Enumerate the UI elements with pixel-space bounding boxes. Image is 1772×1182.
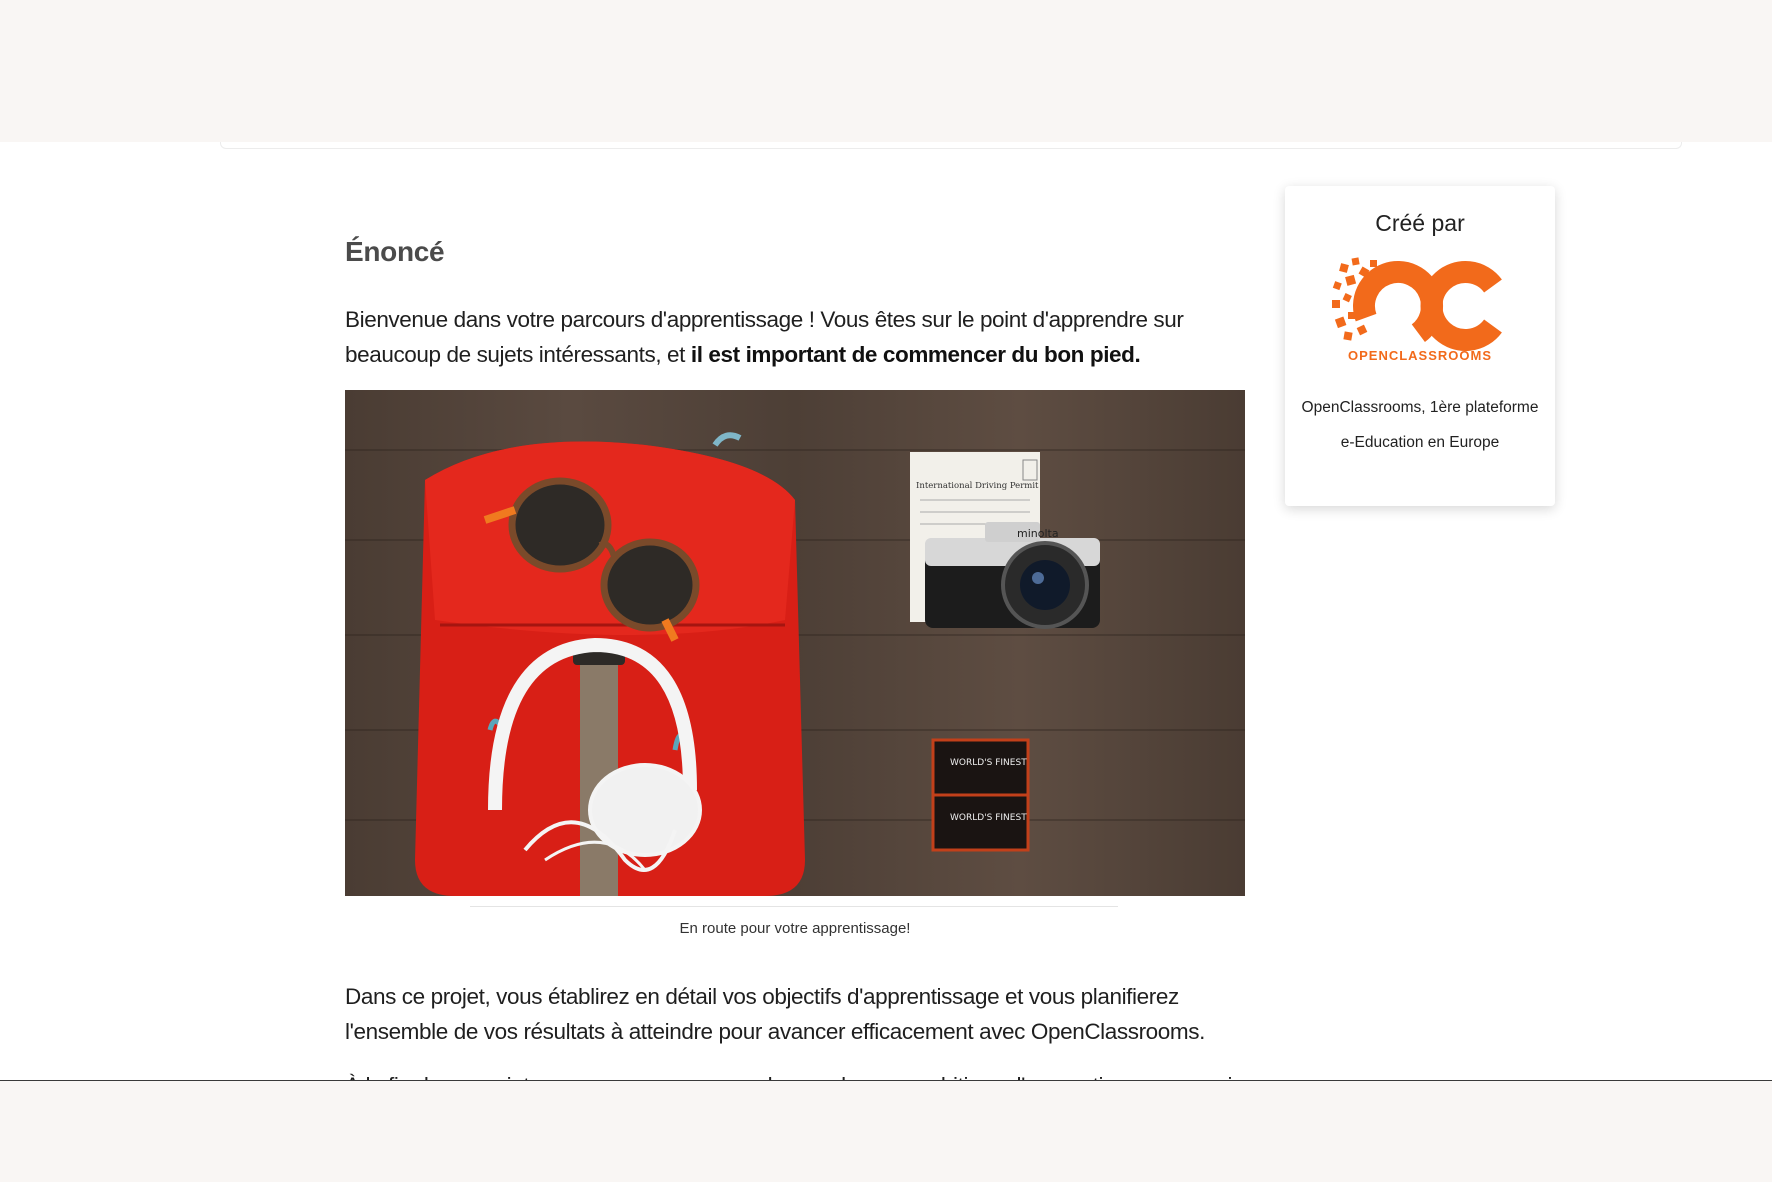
author-card: Créé par OPENCLASSROOMS OpenClassrooms, … — [1285, 186, 1555, 506]
project-paragraph: Dans ce projet, vous établirez en détail… — [345, 984, 1205, 1044]
svg-text:WORLD'S FINEST: WORLD'S FINEST — [950, 813, 1027, 823]
illustration-photo: International Driving Permit minolta WOR… — [345, 390, 1245, 896]
cutoff-paragraph: À la fin de ce projet, vous serez en mes… — [345, 1068, 1255, 1080]
svg-text:WORLD'S FINEST: WORLD'S FINEST — [950, 758, 1027, 768]
intro-bold-text: il est important de commencer du bon pie… — [690, 342, 1141, 367]
bottom-band — [0, 1080, 1772, 1182]
card-desc-line-1: OpenClassrooms, 1ère plateforme — [1301, 399, 1539, 416]
caption-divider — [470, 906, 1118, 907]
openclassrooms-wordmark: OPENCLASSROOMS — [1347, 348, 1492, 363]
card-description: OpenClassrooms, 1ère plateforme e-Educat… — [1285, 390, 1555, 460]
svg-text:minolta: minolta — [1017, 527, 1059, 540]
card-title: Créé par — [1375, 210, 1465, 236]
openclassrooms-logo — [1332, 257, 1502, 351]
film-boxes: WORLD'S FINEST WORLD'S FINEST — [931, 738, 1030, 852]
header-bottom-edge — [220, 142, 1682, 149]
photo-artwork: International Driving Permit minolta WOR… — [345, 432, 1245, 896]
svg-text:International Driving Permit: International Driving Permit — [916, 481, 1039, 491]
image-caption: En route pour votre apprentissage! — [679, 920, 911, 937]
top-band — [0, 0, 1772, 142]
card-desc-line-2: e-Education en Europe — [1340, 434, 1500, 451]
intro-paragraph: Bienvenue dans votre parcours d'apprenti… — [345, 302, 1255, 372]
section-heading: Énoncé — [345, 236, 445, 267]
